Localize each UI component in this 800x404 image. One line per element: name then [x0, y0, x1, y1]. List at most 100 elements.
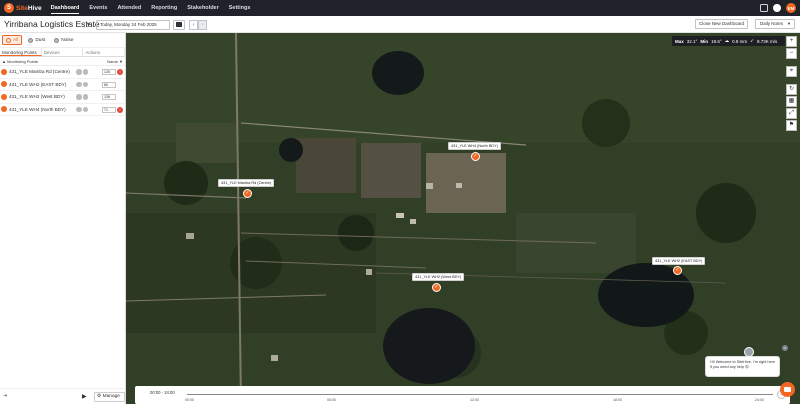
filter-all[interactable]: All	[2, 35, 23, 45]
list-header: ▲ Monitoring Points Name ▼	[0, 57, 125, 66]
fullscreen-icon[interactable]: ⤢	[786, 108, 797, 119]
map-point-marker-icon[interactable]: ✓	[243, 189, 252, 198]
dust-icon	[28, 37, 34, 43]
tab-monitoring-points[interactable]: Monitoring Points	[0, 48, 42, 56]
support-agent-avatar	[744, 347, 754, 357]
map-point-label[interactable]: 431_YLE WH4 (North BDY)	[448, 142, 501, 150]
close-new-dashboard-button[interactable]: Close New Dashboard	[695, 19, 748, 29]
rainfall-value: 0.8 mm	[732, 38, 748, 44]
noise-toggle-icon[interactable]	[82, 81, 88, 87]
sort-monitoring-points[interactable]: ▲ Monitoring Points	[2, 59, 38, 64]
nav-reporting[interactable]: Reporting	[151, 0, 177, 16]
dashboard-header: Yirribana Logistics Estate ▼ Today, Mond…	[0, 16, 800, 33]
previous-day-button[interactable]: ‹	[189, 19, 198, 30]
calendar-icon	[176, 22, 182, 27]
sitehive-logo-icon: S	[4, 3, 14, 13]
filter-dust-label: Dust	[35, 37, 46, 43]
alert-icon[interactable]: !	[117, 106, 123, 113]
list-item[interactable]: 431_YLE WH2 (EAST BDY) 80	[0, 79, 125, 91]
weather-summary: Max 32.1° Min 19.6° ☁ 0.8 mm ➶ 8.73K m/s	[672, 36, 785, 46]
dust-toggle-icon[interactable]	[76, 81, 82, 87]
map-point-marker-icon[interactable]: ✓	[432, 283, 441, 292]
timeline-tick: 18:00	[613, 398, 622, 402]
map-toolbar: + − ⌖ ↻ ▦ ⤢ ⚑	[786, 36, 797, 131]
timeline-range: 00:00 - 24:00	[150, 390, 175, 395]
dust-toggle-icon[interactable]	[76, 94, 82, 100]
nav-events[interactable]: Events	[89, 0, 107, 16]
list-item[interactable]: 431_YLE Mamba Rd (Centre) 126 !	[0, 66, 125, 79]
satellite-map[interactable]: 431_YLE WH4 (North BDY) ✓ 431_YLE Mamba …	[126, 33, 800, 404]
nav-settings[interactable]: Settings	[229, 0, 251, 16]
point-status-icon	[1, 93, 7, 100]
list-item[interactable]: 431_YLE WH4 (North BDY) 71 !	[0, 104, 125, 116]
noise-toggle-icon[interactable]	[82, 106, 88, 112]
calendar-button[interactable]	[173, 19, 185, 30]
nav-dashboard[interactable]: Dashboard	[50, 0, 79, 16]
point-status-icon	[1, 106, 7, 113]
user-avatar[interactable]: EM	[786, 3, 796, 13]
chat-launcher-button[interactable]	[780, 382, 795, 397]
nav-attended[interactable]: Attended	[117, 0, 141, 16]
daily-notes-dropdown[interactable]: Daily Notes ▼	[755, 19, 795, 29]
map-point-marker-icon[interactable]: ✓	[673, 266, 682, 275]
brand-logo[interactable]: S SiteHive	[4, 3, 42, 13]
next-day-button[interactable]: ›	[198, 19, 207, 30]
point-status-icon	[1, 68, 7, 75]
rain-cloud-icon: ☁	[724, 38, 730, 43]
noise-toggle-icon[interactable]	[82, 69, 88, 75]
dust-toggle-icon[interactable]	[76, 106, 82, 112]
nav-stakeholder[interactable]: Stakeholder	[187, 0, 218, 16]
locate-icon[interactable]: ⌖	[786, 66, 797, 77]
monitoring-sidebar: All Dust Noise Monitoring Points Devices…	[0, 33, 126, 404]
map-point-label[interactable]: 431_YLE WH2 (West BDY)	[412, 273, 465, 281]
chat-close-button[interactable]: ×	[782, 345, 788, 351]
list-item[interactable]: 431_YLE WH2 (West BDY) 136	[0, 91, 125, 104]
play-icon[interactable]: ▶	[82, 393, 90, 401]
refresh-icon[interactable]: ↻	[786, 84, 797, 95]
filter-chips: All Dust Noise	[0, 33, 125, 48]
site-switcher-caret-icon[interactable]: ▼	[86, 22, 91, 28]
dust-toggle-icon[interactable]	[76, 69, 82, 75]
top-navbar: S SiteHive Dashboard Events Attended Rep…	[0, 0, 800, 16]
timeline-tick: 12:00	[470, 398, 479, 402]
chat-welcome-bubble[interactable]: Hi! Welcome to SiteHive. I'm right here …	[705, 356, 780, 377]
timeline-tick: 00:00	[185, 398, 194, 402]
filter-dust[interactable]: Dust	[25, 35, 48, 45]
expand-panel-icon[interactable]: ⇥	[3, 393, 11, 401]
filter-noise[interactable]: Noise	[51, 35, 76, 45]
timeline-bar[interactable]: 00:00 - 24:00 00:00 06:00 12:00 18:00 24…	[135, 386, 790, 404]
tab-actions[interactable]: Actions	[83, 48, 126, 56]
manage-label: Manage	[102, 394, 120, 399]
filter-all-label: All	[13, 37, 19, 43]
map-layers-icon[interactable]: ▦	[786, 96, 797, 107]
manage-button[interactable]: ⚙ Manage	[94, 392, 125, 402]
zoom-out-icon[interactable]: −	[786, 48, 797, 59]
bookmark-icon[interactable]: ⚑	[786, 120, 797, 131]
tab-devices[interactable]: Devices	[42, 48, 84, 56]
wind-speed-value: 8.73K m/s	[756, 38, 778, 44]
nav-right-actions: EM	[760, 3, 796, 13]
point-name: 431_YLE WH2 (EAST BDY)	[9, 81, 67, 87]
timeline-tick: 06:00	[327, 398, 336, 402]
map-point-label[interactable]: 431_YLE WH2 (EAST BDY)	[652, 257, 706, 265]
noise-icon	[54, 37, 60, 43]
date-picker-input[interactable]: Today, Monday 24 Feb 2025	[96, 19, 170, 30]
noise-toggle-icon[interactable]	[82, 94, 88, 100]
sort-by-name[interactable]: Name ▼	[107, 59, 123, 64]
timeline-track[interactable]	[187, 394, 773, 395]
max-temp-value: 32.1°	[686, 38, 698, 44]
point-name: 431_YLE Mamba Rd (Centre)	[9, 69, 70, 75]
zoom-in-icon[interactable]: +	[786, 36, 797, 47]
alert-icon[interactable]: !	[117, 69, 123, 75]
min-temp-value: 19.6°	[711, 38, 722, 44]
sidebar-tabs: Monitoring Points Devices Actions	[0, 48, 126, 57]
all-radio-icon	[6, 37, 11, 43]
filter-noise-label: Noise	[61, 37, 74, 43]
messages-icon[interactable]	[760, 4, 768, 12]
chevron-down-icon: ▼	[787, 21, 791, 26]
point-status-icon	[1, 81, 7, 88]
map-point-label[interactable]: 431_YLE Mamba Rd (Centre)	[218, 179, 275, 187]
chat-icon	[784, 387, 791, 392]
notification-bell-icon[interactable]	[773, 4, 781, 12]
map-point-marker-icon[interactable]: ✓	[471, 152, 480, 161]
